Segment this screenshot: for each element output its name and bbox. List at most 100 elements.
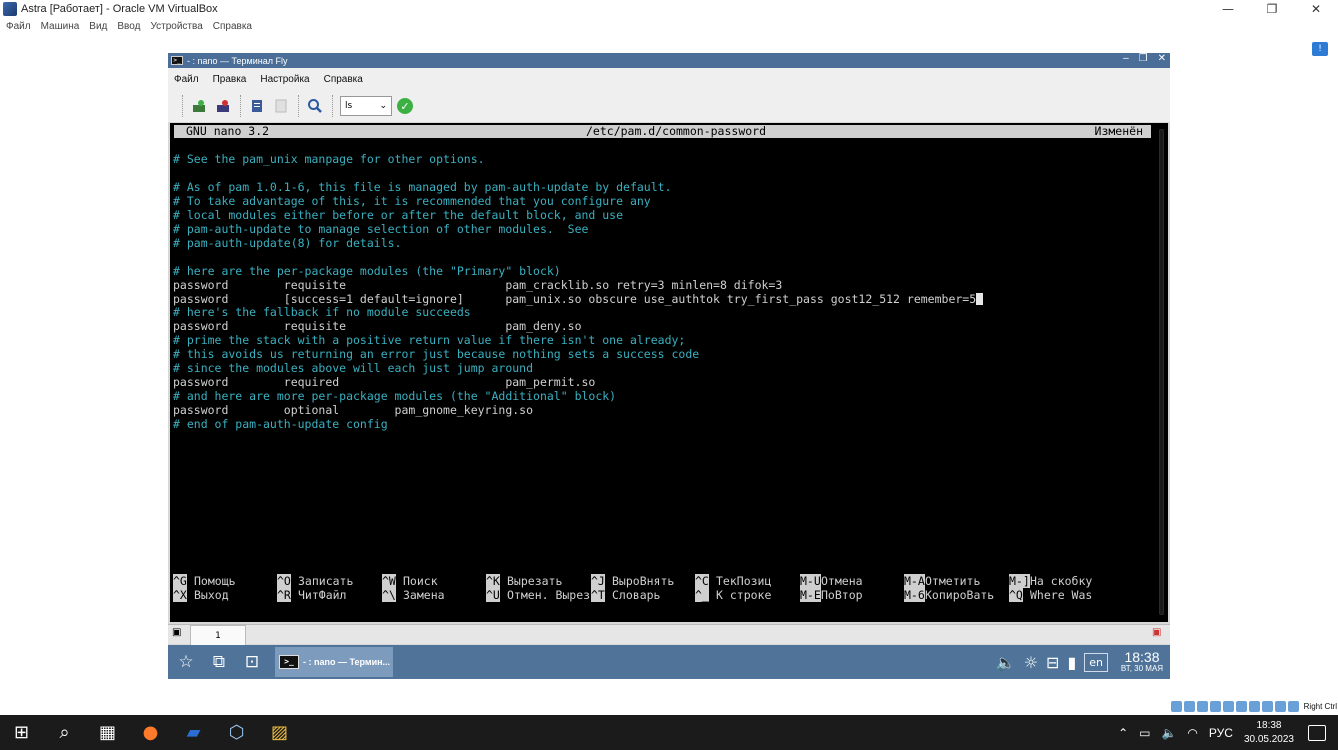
host-close-button[interactable]: ✕: [1294, 0, 1338, 18]
recording-icon[interactable]: [1248, 700, 1260, 712]
3d-box-icon[interactable]: ⬡: [215, 715, 258, 750]
host-menu-machine[interactable]: Машина: [41, 21, 80, 32]
close-tab-icon[interactable]: [212, 95, 234, 117]
command-select[interactable]: ls ⌄: [340, 96, 392, 116]
keyboard-layout-indicator[interactable]: en: [1084, 652, 1108, 672]
network-adapter-icon[interactable]: [1196, 700, 1208, 712]
terminal-menu-file[interactable]: Файл: [174, 74, 199, 85]
shortcut-label: Отметить: [925, 574, 981, 588]
firefox-icon[interactable]: ●: [129, 715, 172, 750]
start-menu-star-icon[interactable]: ☆: [171, 647, 201, 677]
close-session-icon[interactable]: ▣: [1152, 627, 1166, 641]
volume-icon[interactable]: 🔈: [996, 653, 1016, 672]
fly-clock[interactable]: 18:38 ВТ, 30 МАЯ: [1114, 650, 1170, 674]
host-minimize-button[interactable]: —: [1206, 0, 1250, 18]
shortcut-label: ТекПозиц: [716, 574, 772, 588]
terminal-window-controls: – ❐ ✕: [1123, 53, 1166, 64]
shortcut-key: M-]: [1009, 574, 1030, 588]
text-cursor: [976, 292, 984, 305]
run-check-icon[interactable]: ✓: [397, 98, 413, 114]
terminal-area[interactable]: GNU nano 3.2 /etc/pam.d/common-password …: [170, 123, 1168, 622]
terminal-menu-settings[interactable]: Настройка: [260, 74, 309, 85]
toolbar-separator: [240, 95, 242, 117]
terminal-task-icon: >_: [279, 655, 299, 669]
search-icon[interactable]: [304, 95, 326, 117]
tab-1[interactable]: 1: [190, 625, 246, 645]
shortcut-label: Помощь: [194, 574, 236, 588]
shortcut-label: ПоВтор: [821, 588, 863, 602]
volume-icon[interactable]: 🔈: [1161, 726, 1176, 740]
cpu-icon[interactable]: [1261, 700, 1273, 712]
host-window-title: Astra [Работает] - Oracle VM VirtualBox: [21, 3, 218, 15]
host-menu-file[interactable]: Файл: [6, 21, 31, 32]
audio-icon[interactable]: [1183, 700, 1195, 712]
network-icon[interactable]: ⊟: [1046, 653, 1059, 672]
virtualbox-taskbar-icon[interactable]: ▦: [86, 715, 129, 750]
shortcut-label: Поиск: [403, 574, 438, 588]
battery-icon[interactable]: ▮: [1067, 653, 1076, 672]
fly-taskbar: ☆ ⧉ ⊡ >_ - : nano — Термин... 🔈 ☼ ⊟ ▮ en…: [168, 645, 1170, 679]
host-key-label: Right Ctrl: [1303, 701, 1337, 711]
shortcut-label: Записать: [298, 574, 354, 588]
brightness-icon[interactable]: ☼: [1024, 653, 1038, 672]
shortcut-label: ЧитФайл: [298, 588, 347, 602]
shared-folders-icon[interactable]: [1222, 700, 1234, 712]
copy-icon[interactable]: [246, 95, 268, 117]
terminal-minimize-button[interactable]: –: [1123, 53, 1129, 64]
host-menu-view[interactable]: Вид: [89, 21, 107, 32]
shortcut-key: ^J: [591, 574, 605, 588]
wifi-icon[interactable]: ◠: [1187, 726, 1197, 740]
shortcut-label: КопироВать: [925, 588, 995, 602]
taskbar-terminal-task[interactable]: >_ - : nano — Термин...: [275, 647, 393, 677]
host-menubar: Файл Машина Вид Ввод Устройства Справка: [0, 18, 262, 34]
virtualbox-window: Astra [Работает] - Oracle VM VirtualBox …: [0, 0, 1338, 750]
chevron-up-icon[interactable]: ⌃: [1118, 726, 1128, 740]
virtualbox-running-icon[interactable]: ▨: [258, 715, 301, 750]
new-session-icon[interactable]: ▣: [172, 627, 186, 641]
fly-system-tray: 🔈 ☼ ⊟ ▮ en 18:38 ВТ, 30 МАЯ: [996, 645, 1170, 679]
shortcut-label: Where Was: [1030, 588, 1093, 602]
input-language-indicator[interactable]: РУС: [1209, 726, 1233, 740]
notification-center-icon[interactable]: [1308, 724, 1326, 741]
search-icon[interactable]: ⌕: [43, 715, 86, 750]
code-comment-line: # pam-auth-update to manage selection of…: [173, 221, 589, 236]
battery-icon[interactable]: ▭: [1139, 726, 1150, 740]
terminal-close-button[interactable]: ✕: [1158, 53, 1166, 64]
code-comment-line: # local modules either before or after t…: [173, 207, 624, 222]
host-menu-devices[interactable]: Устройства: [150, 21, 202, 32]
host-menu-input[interactable]: Ввод: [117, 21, 140, 32]
terminal-tab-bar: ▣ 1 ▣: [168, 624, 1170, 645]
new-tab-icon[interactable]: [188, 95, 210, 117]
code-comment-line: # See the pam_unix manpage for other opt…: [173, 152, 485, 166]
display-icon[interactable]: [1235, 700, 1247, 712]
shortcut-key: ^T: [591, 588, 605, 602]
shortcut-key: ^Q: [1009, 588, 1023, 602]
code-line: password required pam_permit.so: [173, 375, 596, 390]
mouse-integration-icon[interactable]: [1274, 700, 1286, 712]
shortcut-key: M-E: [800, 588, 821, 602]
optical-drive-icon[interactable]: [1170, 700, 1182, 712]
code-comment-line: # this avoids us returning an error just…: [173, 347, 700, 362]
windows-start-icon[interactable]: ⊞: [0, 715, 43, 750]
terminal-menubar: Файл Правка Настройка Справка: [168, 68, 1170, 90]
task-title: - : nano — Термин...: [303, 657, 391, 667]
host-menu-help[interactable]: Справка: [213, 21, 252, 32]
fly-clock-time: 18:38: [1124, 649, 1160, 665]
vm-screen[interactable]: >_ - : nano — Терминал Fly – ❐ ✕ Файл Пр…: [168, 53, 1170, 679]
paste-icon[interactable]: [270, 95, 292, 117]
code-comment-line: # here are the per-package modules (the …: [173, 263, 561, 278]
keyboard-capture-icon[interactable]: [1287, 700, 1299, 712]
terminal-scrollbar[interactable]: [1159, 129, 1164, 615]
shortcut-key: M-A: [904, 574, 925, 588]
terminal-menu-edit[interactable]: Правка: [213, 74, 247, 85]
notification-icon[interactable]: !: [1312, 42, 1328, 56]
show-desktop-icon[interactable]: ⊡: [237, 647, 267, 677]
shortcut-key: M-U: [800, 574, 821, 588]
host-restore-button[interactable]: ❐: [1250, 0, 1294, 18]
windows-clock[interactable]: 18:38 30.05.2023: [1244, 719, 1294, 747]
terminal-maximize-button[interactable]: ❐: [1139, 53, 1148, 64]
word-icon[interactable]: ▰: [172, 715, 215, 750]
terminal-menu-help[interactable]: Справка: [324, 74, 363, 85]
desktops-switch-icon[interactable]: ⧉: [204, 647, 234, 677]
usb-icon[interactable]: [1209, 700, 1221, 712]
